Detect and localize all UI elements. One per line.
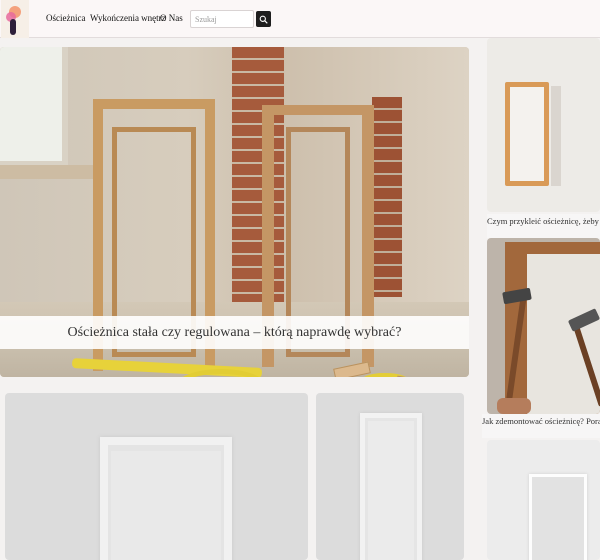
article-image-door bbox=[111, 451, 221, 560]
sidebar-image-door bbox=[529, 474, 587, 560]
sidebar-image-shadow bbox=[551, 86, 561, 186]
sidebar-article-image[interactable] bbox=[487, 238, 600, 414]
sidebar-image-hand bbox=[497, 398, 531, 414]
hero-image-window bbox=[0, 47, 68, 167]
article-card-image[interactable] bbox=[5, 393, 308, 560]
sidebar-article-image[interactable] bbox=[487, 440, 600, 560]
search-icon bbox=[259, 15, 268, 24]
search-input[interactable] bbox=[190, 10, 254, 28]
sidebar-article-title[interactable]: Jak zdemontować ościeżnicę? Poradnik kro… bbox=[482, 414, 600, 438]
sidebar-article-image[interactable] bbox=[487, 38, 600, 212]
hero-article-title[interactable]: Ościeżnica stała czy regulowana – którą … bbox=[0, 316, 469, 349]
article-image-door bbox=[368, 421, 414, 560]
sidebar-article-title[interactable]: Czym przykleić ościeżnicę, żeby trzymała… bbox=[487, 214, 600, 238]
nav-item-o-nas[interactable]: O Nas bbox=[160, 13, 183, 23]
hero-image-sill bbox=[0, 165, 98, 179]
site-logo[interactable] bbox=[1, 0, 29, 38]
search-button[interactable] bbox=[256, 11, 271, 27]
sidebar-image-door bbox=[527, 254, 600, 414]
hero-image-brick bbox=[372, 97, 402, 297]
article-card-image[interactable] bbox=[316, 393, 464, 560]
nav-item-wykonczenia-wnetrz[interactable]: Wykończenia wnętrz bbox=[90, 13, 166, 23]
top-bar: Ościeżnica Wykończenia wnętrz O Nas bbox=[0, 0, 600, 38]
hero-article-card[interactable]: Ościeżnica stała czy regulowana – którą … bbox=[0, 47, 469, 377]
nav-item-oscieznica[interactable]: Ościeżnica bbox=[46, 13, 85, 23]
logo-shape bbox=[10, 19, 16, 35]
sidebar-image-frame bbox=[505, 82, 549, 186]
